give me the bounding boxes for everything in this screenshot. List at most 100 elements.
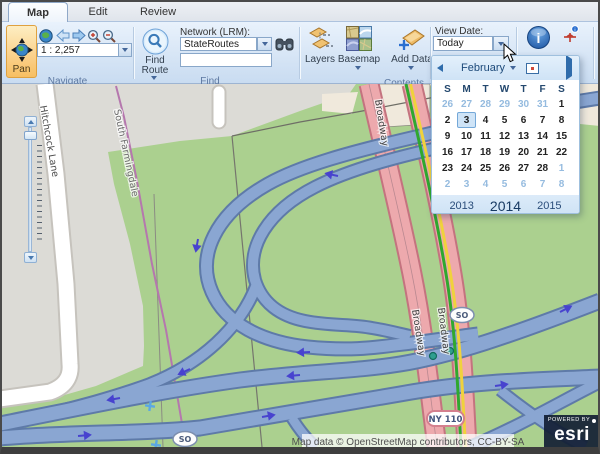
search-binoculars-icon[interactable] [275, 35, 294, 52]
full-extent-globe-icon[interactable] [38, 28, 53, 43]
view-date-input[interactable]: Today [433, 36, 493, 51]
calendar-date[interactable]: 12 [495, 128, 514, 144]
chevron-up-icon [28, 120, 34, 124]
add-data-label: Add Data [389, 54, 435, 65]
tab-review-label: Review [140, 6, 176, 18]
calendar-date[interactable]: 25 [476, 160, 495, 176]
previous-extent-icon[interactable] [55, 28, 70, 43]
calendar-years-row: 2013 2014 2015 [432, 195, 579, 214]
calendar-prev-month-arrow[interactable] [437, 64, 443, 72]
calendar-year[interactable]: 2015 [537, 200, 561, 212]
find-route-button[interactable] [141, 27, 169, 55]
calendar-date[interactable]: 16 [438, 144, 457, 160]
next-extent-icon[interactable] [71, 28, 86, 43]
calendar-year-selected[interactable]: 2014 [490, 198, 521, 214]
basemap-button[interactable] [345, 25, 372, 51]
calendar-date[interactable]: 4 [476, 176, 495, 192]
zoom-slider-handle[interactable] [24, 131, 37, 140]
tab-edit[interactable]: Edit [72, 2, 124, 22]
zoom-out-icon[interactable] [101, 28, 116, 43]
calendar-date[interactable]: 26 [495, 160, 514, 176]
calendar-year[interactable]: 2013 [449, 200, 473, 212]
network-combo-input[interactable]: StateRoutes [180, 37, 257, 51]
calendar-date[interactable]: 27 [514, 160, 533, 176]
zoom-slider-track[interactable] [28, 127, 32, 252]
view-date-dropdown-button[interactable] [493, 36, 509, 51]
add-data-menu-caret[interactable] [408, 66, 414, 70]
network-dropdown-button[interactable] [257, 37, 272, 51]
calendar-date[interactable]: 31 [533, 96, 552, 112]
calendar-date[interactable]: 26 [438, 96, 457, 112]
pan-tool-button[interactable]: Pan [6, 25, 37, 78]
esri-globe-dot [592, 419, 596, 423]
calendar-date[interactable]: 2 [438, 176, 457, 192]
calendar-date[interactable]: 19 [495, 144, 514, 160]
basemap-icon [346, 26, 372, 51]
zoom-slider-down-button[interactable] [24, 252, 37, 263]
calendar-date[interactable]: 2 [438, 112, 457, 128]
add-data-icon [397, 26, 426, 52]
calendar-date[interactable]: 28 [476, 96, 495, 112]
calendar-date[interactable]: 6 [514, 176, 533, 192]
basemap-menu-caret[interactable] [355, 66, 361, 70]
calendar-grid-icon[interactable] [526, 63, 539, 74]
find-route-label-2: Route [133, 65, 177, 76]
add-data-button[interactable] [397, 26, 426, 52]
layers-button[interactable] [306, 26, 334, 53]
calendar-date[interactable]: 1 [552, 160, 571, 176]
calendar-date[interactable]: 9 [438, 128, 457, 144]
calibration-point[interactable] [430, 353, 437, 360]
calendar-date[interactable]: 14 [533, 128, 552, 144]
identify-info-button[interactable]: i [527, 26, 550, 49]
calendar-date[interactable]: 27 [457, 96, 476, 112]
svg-text:NY 110: NY 110 [429, 415, 463, 425]
calendar-date[interactable]: 8 [552, 176, 571, 192]
scale-dropdown-button[interactable] [118, 43, 132, 57]
calendar-date[interactable]: 21 [533, 144, 552, 160]
powered-by-label: POWERED BY [548, 418, 590, 424]
calendar-date-selected[interactable]: 3 [457, 112, 476, 128]
calendar-date[interactable]: 22 [552, 144, 571, 160]
event-editor-window: Map Edit Review Pan [0, 0, 600, 454]
calendar-day-header: F [533, 82, 552, 96]
calendar-date[interactable]: 28 [533, 160, 552, 176]
map-zoom-slider[interactable] [24, 116, 38, 263]
pan-globe-icon [11, 38, 33, 64]
calendar-date[interactable]: 3 [457, 176, 476, 192]
calendar-date[interactable]: 24 [457, 160, 476, 176]
calendar-date[interactable]: 18 [476, 144, 495, 160]
calendar-date[interactable]: 6 [514, 112, 533, 128]
calendar-date[interactable]: 10 [457, 128, 476, 144]
pan-label: Pan [13, 64, 31, 75]
calendar-date[interactable]: 1 [552, 96, 571, 112]
tab-review[interactable]: Review [128, 2, 188, 22]
calendar-next-month-arrow[interactable] [566, 55, 572, 80]
pin-info-tool-icon[interactable]: i [562, 25, 580, 43]
zoom-in-icon[interactable] [86, 28, 101, 43]
calendar-date[interactable]: 17 [457, 144, 476, 160]
calendar-date[interactable]: 23 [438, 160, 457, 176]
calendar-date[interactable]: 7 [533, 112, 552, 128]
calendar-date[interactable]: 11 [476, 128, 495, 144]
tab-map[interactable]: Map [8, 2, 68, 22]
find-route-menu-caret[interactable] [151, 76, 157, 80]
calendar-day-header: S [552, 82, 571, 96]
calendar-date[interactable]: 20 [514, 144, 533, 160]
calendar-date[interactable]: 5 [495, 112, 514, 128]
calendar-day-header: T [514, 82, 533, 96]
calendar-date[interactable]: 15 [552, 128, 571, 144]
chevron-down-icon [122, 48, 128, 52]
calendar-month-dropdown[interactable]: February [461, 62, 516, 74]
calendar-date[interactable]: 4 [476, 112, 495, 128]
map-attribution: Map data © OpenStreetMap contributors, C… [302, 434, 514, 447]
scale-input[interactable]: 1 : 2,257 [37, 43, 119, 57]
calendar-date[interactable]: 30 [514, 96, 533, 112]
calendar-date[interactable]: 7 [533, 176, 552, 192]
route-search-input[interactable] [180, 53, 272, 67]
esri-brand: esri [554, 425, 590, 444]
zoom-slider-up-button[interactable] [24, 116, 37, 127]
calendar-date[interactable]: 5 [495, 176, 514, 192]
calendar-date[interactable]: 13 [514, 128, 533, 144]
calendar-date[interactable]: 29 [495, 96, 514, 112]
calendar-date[interactable]: 8 [552, 112, 571, 128]
